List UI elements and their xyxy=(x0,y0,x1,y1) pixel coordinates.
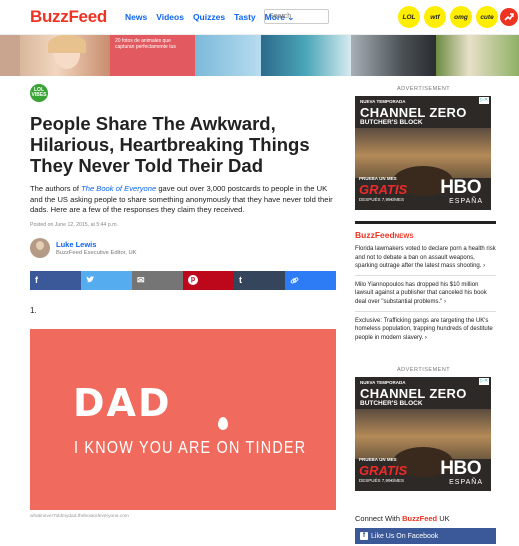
hbo-logo: HBO xyxy=(440,458,481,479)
copy-link-button[interactable] xyxy=(285,270,336,290)
image-text-dad: DAD xyxy=(73,380,172,425)
ad-scene xyxy=(355,128,491,196)
author-name[interactable]: Luke Lewis xyxy=(56,240,137,249)
badge-omg[interactable]: omg xyxy=(450,6,472,28)
connect-heading: Connect With BuzzFeed UK xyxy=(355,514,450,523)
ad-price: DESPUÉS 7,99€/MES xyxy=(359,197,405,202)
strip-caption: 20 fotos de animales que capturan perfec… xyxy=(115,38,176,50)
facebook-like-label: Like Us On Facebook xyxy=(371,532,439,540)
news-item[interactable]: Exclusive: Trafficking gangs are targeti… xyxy=(355,312,496,347)
link-icon xyxy=(290,277,299,283)
ad-promo: PRUEBA UN MES xyxy=(359,457,397,462)
tumblr-icon: t xyxy=(239,275,242,285)
badge-wtf[interactable]: wtf xyxy=(424,6,446,28)
buzzfeed-logo[interactable]: BuzzFeed xyxy=(30,7,107,27)
twitter-share-button[interactable] xyxy=(81,270,132,290)
byline: Luke Lewis BuzzFeed Executive Editor, UK xyxy=(30,237,336,259)
ad-show-title: CHANNEL ZERO xyxy=(360,386,467,401)
ad-label: ADVERTISEMENT xyxy=(397,367,451,373)
trending-strip: 20 fotos de animales que capturan perfec… xyxy=(0,35,519,76)
hbo-logo: HBO xyxy=(440,177,481,198)
strip-thumb[interactable] xyxy=(261,35,351,76)
author-role: BuzzFeed Executive Editor, UK xyxy=(56,249,137,256)
buzzfeed-news-module: BuzzFeedNEWS Florida lawmakers voted to … xyxy=(355,221,496,346)
news-module-heading[interactable]: BuzzFeedNEWS xyxy=(355,230,496,240)
ad-subtitle: BUTCHER'S BLOCK xyxy=(360,119,423,126)
strip-thumb[interactable]: 20 fotos de animales que capturan perfec… xyxy=(110,35,195,76)
news-item[interactable]: Milo Yiannopoulos has dropped his $10 mi… xyxy=(355,276,496,312)
lol-reaction-badge[interactable]: LOL VIBES xyxy=(30,84,48,102)
article-title: People Share The Awkward, Hilarious, Hea… xyxy=(30,113,310,176)
news-item[interactable]: Florida lawmakers voted to declare porn … xyxy=(355,240,496,276)
ad-kicker: NUEVA TEMPORADA xyxy=(360,99,406,104)
advertisement[interactable]: ▷✕ NUEVA TEMPORADA CHANNEL ZERO BUTCHER'… xyxy=(355,96,491,210)
image-credit[interactable]: whatineverToldmydad.thebookofeveryone.co… xyxy=(30,514,336,519)
article: LOL VIBES People Share The Awkward, Hila… xyxy=(30,84,336,519)
ad-promo: PRUEBA UN MES xyxy=(359,176,397,181)
article-image[interactable]: DAD I KNOW YOU ARE ON TINDER xyxy=(30,328,336,510)
nav-quizzes[interactable]: Quizzes xyxy=(193,12,225,23)
nav-news[interactable]: News xyxy=(125,12,147,23)
facebook-icon: f xyxy=(35,275,38,285)
badge-cute[interactable]: cute xyxy=(476,6,498,28)
book-link[interactable]: The Book of Everyone xyxy=(81,184,156,193)
facebook-share-button[interactable]: f xyxy=(30,270,81,290)
strip-thumb[interactable] xyxy=(436,35,519,76)
email-icon: ✉ xyxy=(137,274,145,285)
tumblr-share-button[interactable]: t xyxy=(234,270,285,290)
ad-country: ESPAÑA xyxy=(449,198,483,205)
search-input[interactable]: Search xyxy=(264,9,329,24)
strip-thumb[interactable] xyxy=(20,35,110,76)
tinder-flame-icon xyxy=(218,416,228,430)
pinterest-share-button[interactable]: p xyxy=(183,270,234,290)
ad-subtitle: BUTCHER'S BLOCK xyxy=(360,400,423,407)
ad-show-title: CHANNEL ZERO xyxy=(360,105,467,120)
pinterest-icon: p xyxy=(188,275,198,285)
trending-icon[interactable] xyxy=(500,8,518,26)
ad-kicker: NUEVA TEMPORADA xyxy=(360,380,406,385)
share-bar: f ✉ p t xyxy=(30,270,336,290)
item-number: 1. xyxy=(30,305,37,315)
facebook-like-button[interactable]: f Like Us On Facebook xyxy=(355,528,496,544)
site-header: BuzzFeed News Videos Quizzes Tasty More … xyxy=(0,0,519,35)
nav-tasty[interactable]: Tasty xyxy=(234,12,256,23)
facebook-icon: f xyxy=(360,532,368,540)
posted-date: Posted on June 12, 2015, at 5:44 p.m. xyxy=(30,221,118,228)
nav-videos[interactable]: Videos xyxy=(156,12,184,23)
article-dek: The authors of The Book of Everyone gave… xyxy=(30,184,333,214)
email-share-button[interactable]: ✉ xyxy=(132,270,183,290)
ad-country: ESPAÑA xyxy=(449,479,483,486)
strip-thumb[interactable] xyxy=(0,35,20,76)
ad-gratis: GRATIS xyxy=(359,182,408,197)
ad-label: ADVERTISEMENT xyxy=(397,86,451,92)
strip-thumb[interactable] xyxy=(351,35,436,76)
strip-thumb[interactable] xyxy=(195,35,261,76)
twitter-icon xyxy=(86,276,95,283)
badge-lol[interactable]: LOL xyxy=(398,6,420,28)
adchoices-icon[interactable]: ▷✕ xyxy=(479,97,489,104)
adchoices-icon[interactable]: ▷✕ xyxy=(479,378,489,385)
ad-scene xyxy=(355,409,491,477)
ad-gratis: GRATIS xyxy=(359,463,408,478)
author-avatar[interactable] xyxy=(30,237,50,258)
advertisement[interactable]: ▷✕ NUEVA TEMPORADA CHANNEL ZERO BUTCHER'… xyxy=(355,377,491,491)
image-text-tinder: I KNOW YOU ARE ON TINDER xyxy=(74,436,307,457)
ad-price: DESPUÉS 7,99€/MES xyxy=(359,478,405,483)
